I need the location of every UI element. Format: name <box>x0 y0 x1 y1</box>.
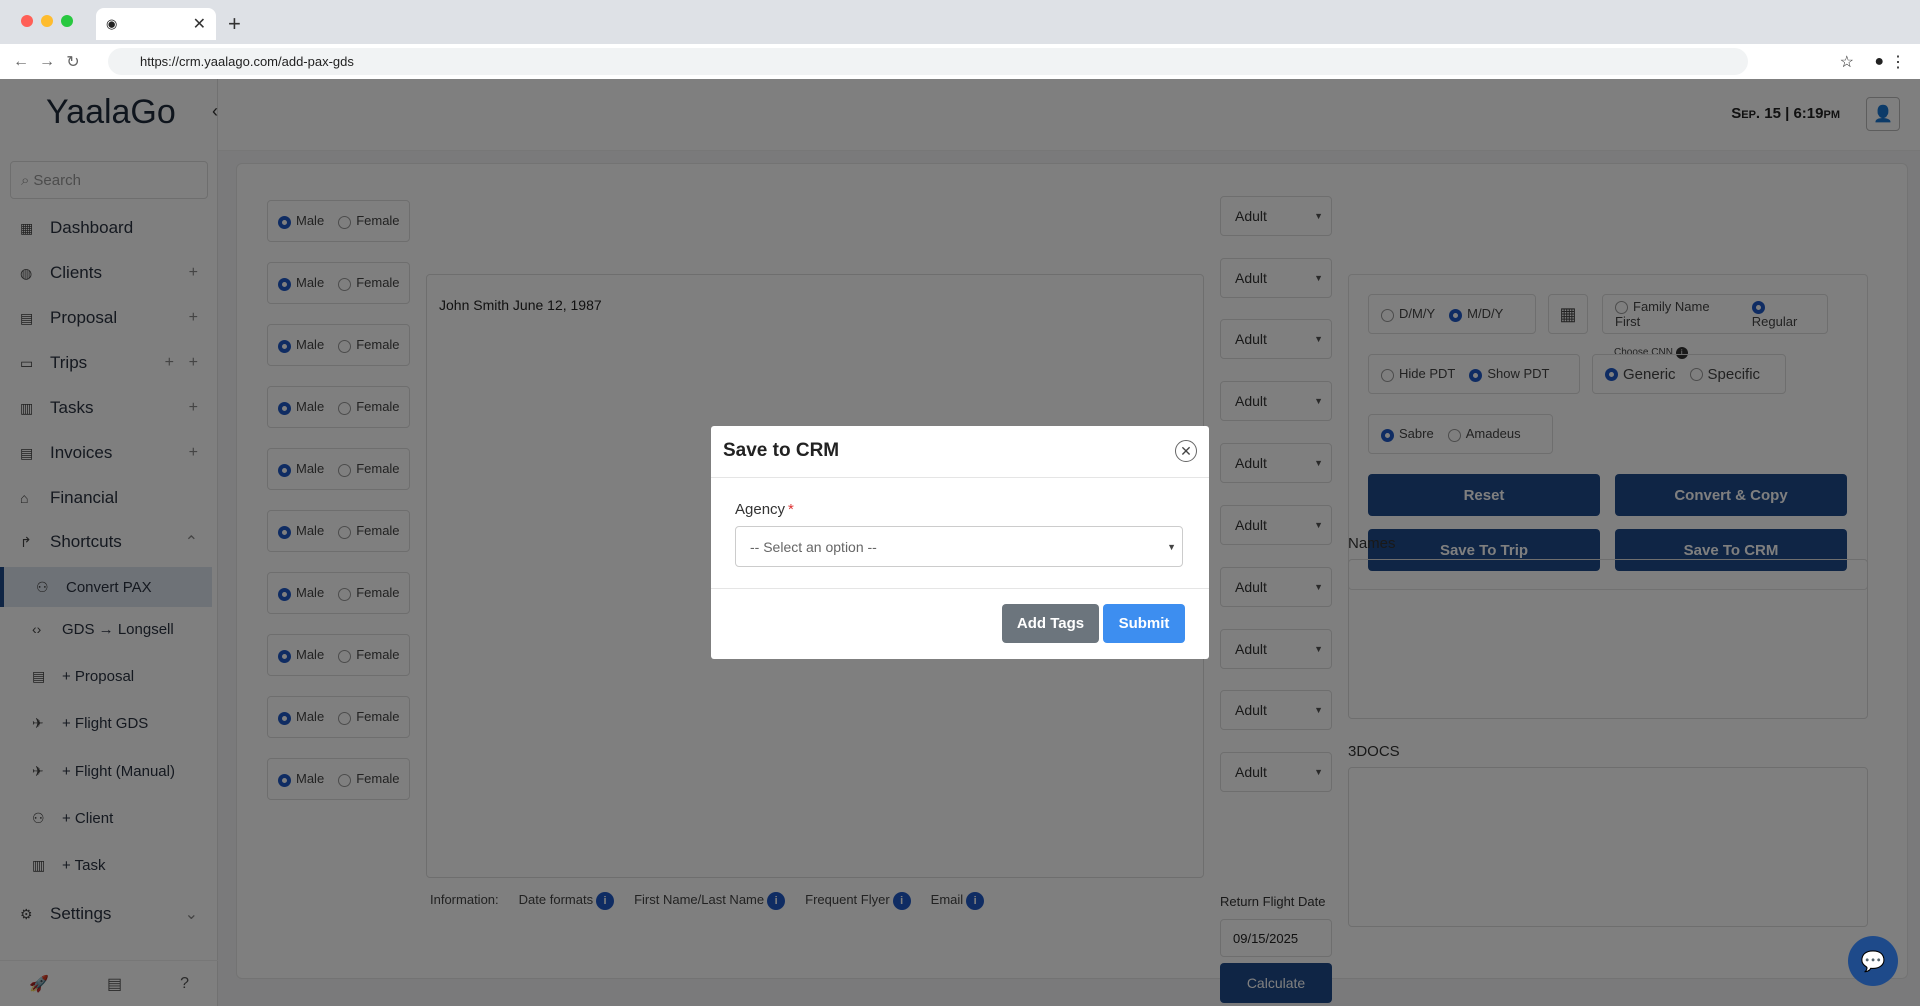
submit-button[interactable]: Submit <box>1103 604 1185 643</box>
add-tags-button[interactable]: Add Tags <box>1002 604 1099 643</box>
url-text: https://crm.yaalago.com/add-pax-gds <box>140 54 354 69</box>
close-window-button[interactable] <box>21 15 33 27</box>
chat-widget-button[interactable]: 💬 <box>1848 936 1898 986</box>
save-to-crm-modal: Save to CRM ✕ Agency * -- Select an optio… <box>711 426 1209 659</box>
back-icon[interactable]: ← <box>8 53 34 71</box>
forward-icon[interactable]: → <box>34 53 60 71</box>
close-tab-icon[interactable]: ✕ <box>193 14 206 34</box>
bookmark-star-icon[interactable]: ☆ <box>1840 52 1854 72</box>
required-mark: * <box>788 501 794 518</box>
agency-label-text: Agency <box>735 501 786 518</box>
new-tab-button[interactable]: + <box>228 11 241 37</box>
url-field[interactable]: https://crm.yaalago.com/add-pax-gds <box>108 48 1748 75</box>
modal-title: Save to CRM <box>723 440 840 461</box>
reload-icon[interactable]: ↻ <box>60 52 86 72</box>
maximize-window-button[interactable] <box>61 15 73 27</box>
browser-chrome: ◉ ✕ + ← → ↻ https://crm.yaalago.com/add-… <box>0 0 1920 79</box>
chevron-down-icon: ▼ <box>1167 541 1176 552</box>
agency-select[interactable]: -- Select an option -- ▼ <box>735 526 1183 567</box>
profile-icon[interactable]: ● <box>1874 53 1884 71</box>
chat-icon: 💬 <box>1860 950 1886 973</box>
minimize-window-button[interactable] <box>41 15 53 27</box>
modal-divider <box>711 588 1209 589</box>
close-icon[interactable]: ✕ <box>1175 440 1197 462</box>
address-bar-row: ← → ↻ https://crm.yaalago.com/add-pax-gd… <box>0 44 1920 79</box>
chrome-icon: ◉ <box>106 16 118 31</box>
agency-label: Agency * <box>735 501 794 518</box>
agency-placeholder: -- Select an option -- <box>750 538 877 555</box>
modal-divider <box>711 477 1209 478</box>
browser-menu-icon[interactable]: ⋮ <box>1890 52 1906 72</box>
browser-tab[interactable]: ◉ ✕ <box>96 8 216 40</box>
